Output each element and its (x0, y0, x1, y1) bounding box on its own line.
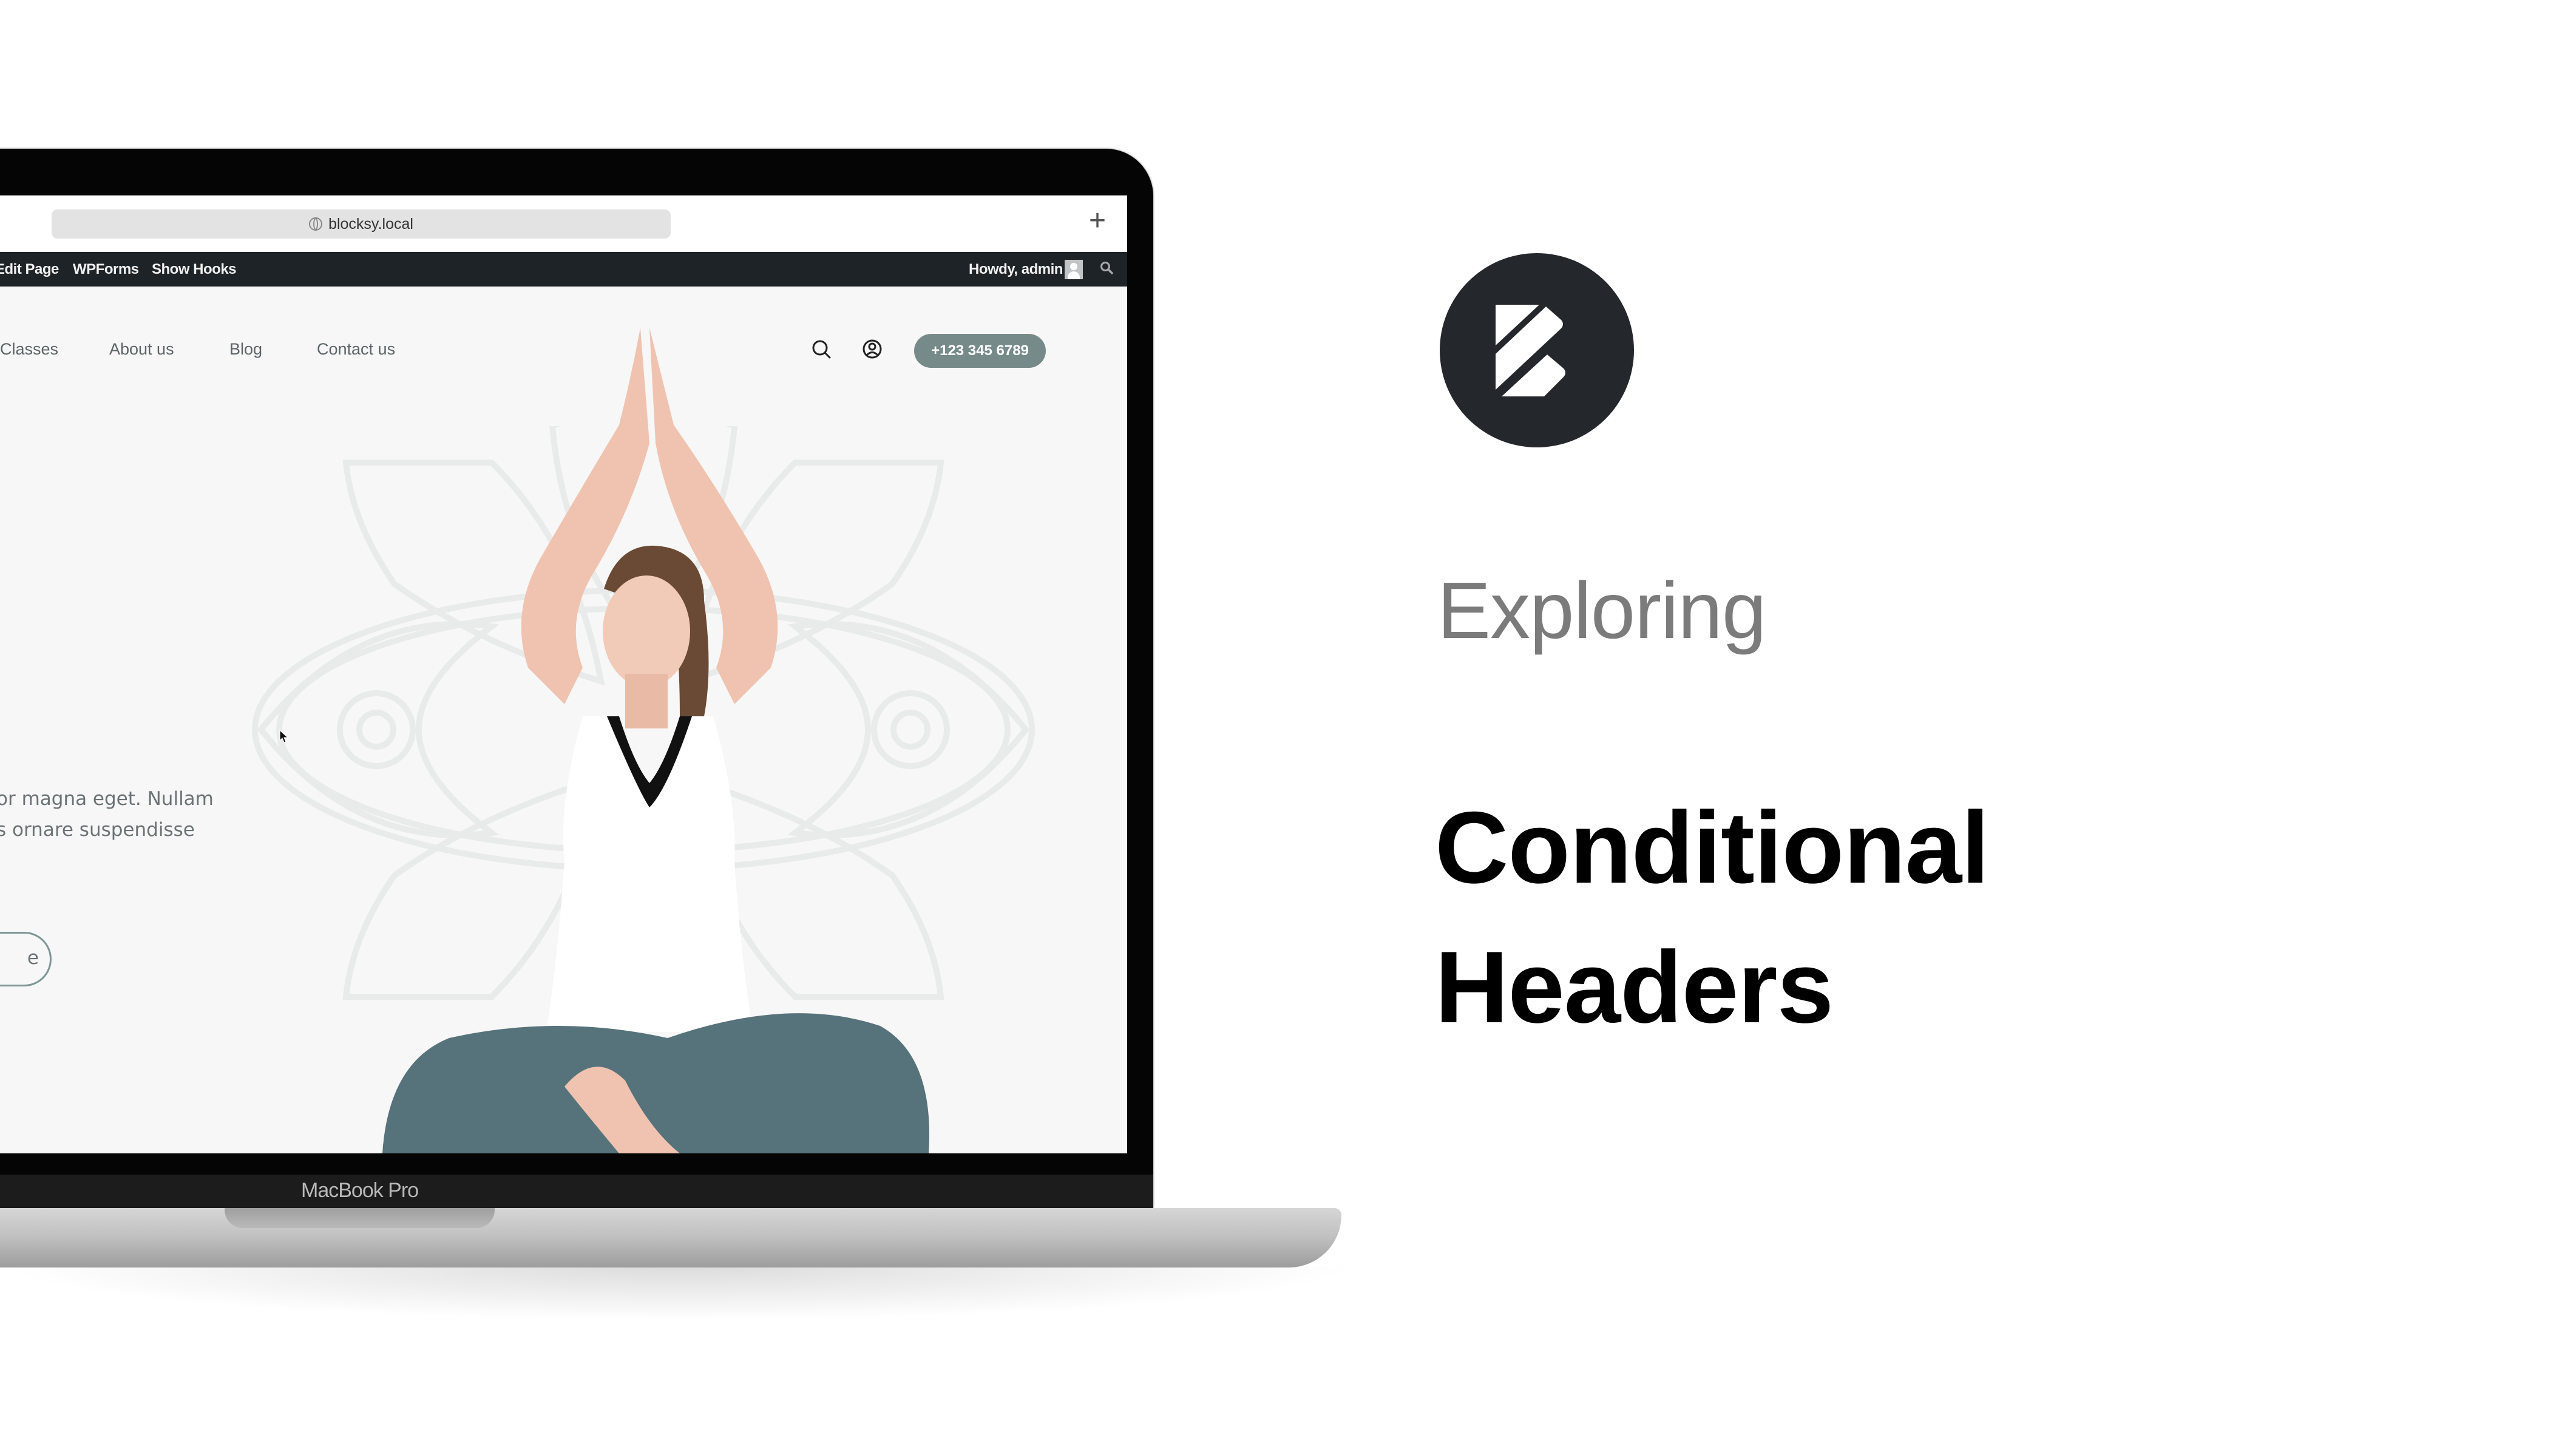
laptop-chin (0, 1175, 1153, 1209)
nav-link-blog[interactable]: Blog (229, 340, 262, 359)
nav-link-classes[interactable]: Classes (0, 340, 58, 359)
promo-kicker: Exploring (1437, 566, 1766, 655)
promo-title-line: Headers (1435, 930, 1834, 1044)
blocksy-logo-icon (1440, 253, 1634, 447)
hero-cta-label: e (27, 947, 39, 969)
yoga-model-image (382, 328, 929, 1153)
admin-item-edit-page[interactable]: Edit Page (0, 252, 59, 287)
plus-icon[interactable]: + (1089, 206, 1106, 236)
admin-item-wpforms[interactable]: WPForms (73, 252, 139, 287)
avatar-icon[interactable] (1065, 260, 1083, 279)
hero-paragraph-line: or magna eget. Nullam (0, 788, 214, 810)
browser-toolbar: blocksy.local + (0, 195, 1127, 253)
laptop-shadow (0, 1266, 1360, 1320)
globe-icon (309, 217, 323, 231)
mouse-cursor-icon (279, 730, 289, 743)
nav-link-about-us[interactable]: About us (109, 340, 174, 359)
promo-title-line: Conditional (1435, 790, 1990, 904)
admin-greeting[interactable]: Howdy, admin (969, 252, 1063, 287)
hero-cta-button[interactable]: e (0, 932, 52, 986)
address-bar[interactable]: blocksy.local (52, 209, 671, 239)
hero-paragraph-line: s ornare suspendisse (0, 819, 195, 841)
laptop-screen: blocksy.local + Edit Page WPForms Show H… (0, 195, 1127, 1153)
laptop-lid-notch (225, 1208, 495, 1228)
blocksy-b-glyph-icon (1496, 305, 1565, 396)
admin-item-show-hooks[interactable]: Show Hooks (152, 252, 237, 287)
laptop-base (0, 1208, 1341, 1267)
device-label: MacBook Pro (301, 1179, 419, 1202)
url-text: blocksy.local (328, 215, 413, 232)
search-icon[interactable] (1100, 261, 1113, 274)
wp-admin-bar: Edit Page WPForms Show Hooks Howdy, admi… (0, 252, 1127, 287)
